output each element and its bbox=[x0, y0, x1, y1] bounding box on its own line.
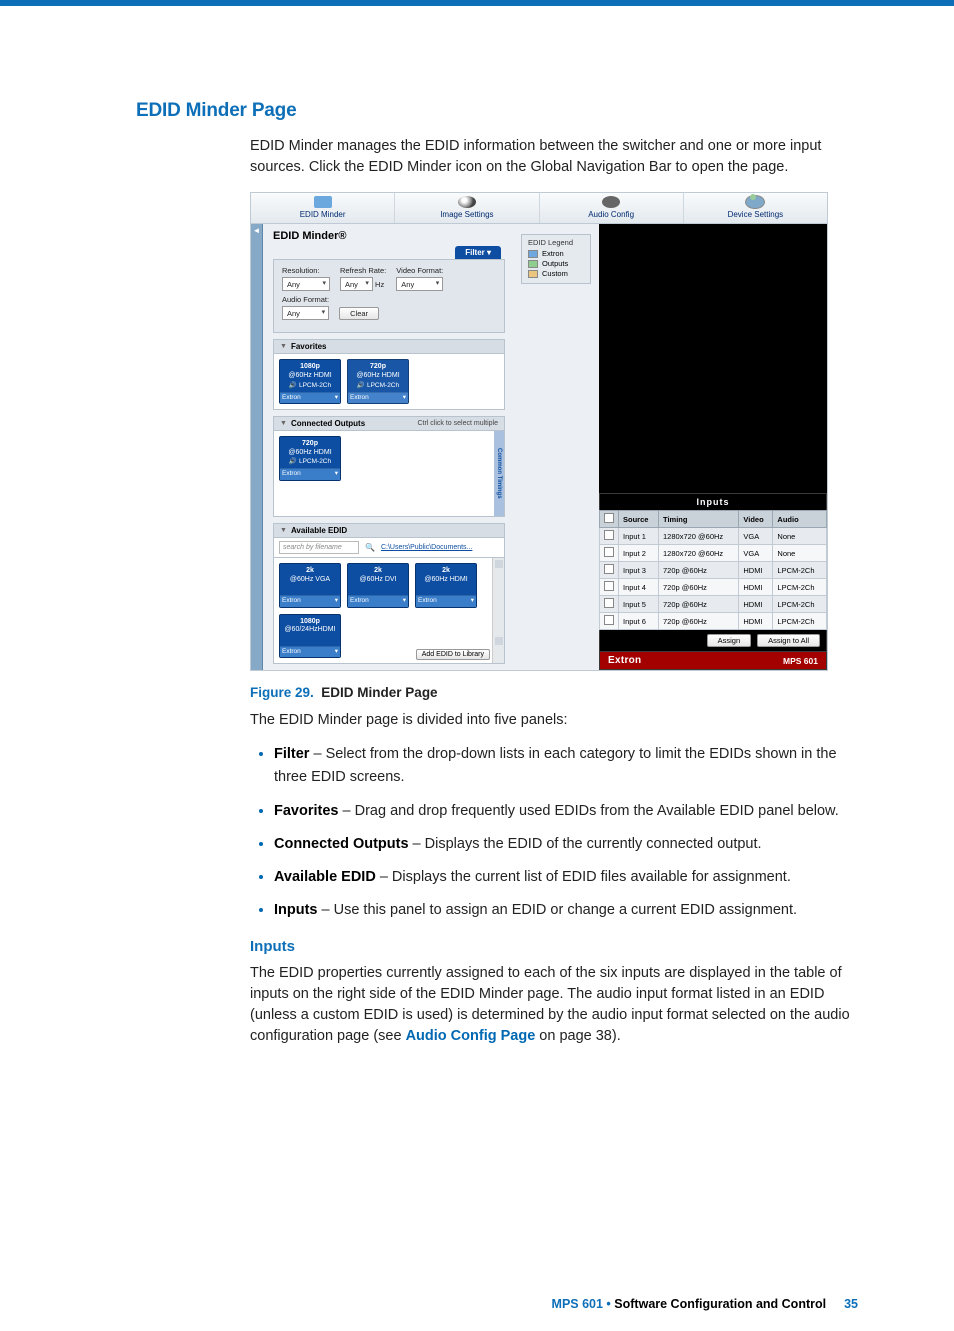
assign-all-button[interactable]: Assign to All bbox=[757, 634, 820, 647]
edid-card[interactable]: 720p@60Hz HDMI🔊 LPCM-2ChExtron▾ bbox=[279, 436, 341, 481]
resolution-label: Resolution: bbox=[282, 266, 330, 275]
brand-bar: Extron MPS 601 bbox=[599, 652, 827, 670]
dropdown-icon[interactable]: ▾ bbox=[335, 394, 338, 402]
row-checkbox[interactable] bbox=[604, 564, 614, 574]
row-checkbox[interactable] bbox=[604, 547, 614, 557]
edid-card[interactable]: 720p@60Hz HDMI🔊 LPCM-2ChExtron▾ bbox=[347, 359, 409, 404]
edid-card[interactable]: 2k@60Hz VGA Extron▾ bbox=[279, 563, 341, 608]
dropdown-icon[interactable]: ▾ bbox=[403, 394, 406, 402]
table-row: Input 21280x720 @60HzVGANone bbox=[600, 545, 827, 562]
refresh-select[interactable]: Any bbox=[340, 277, 373, 291]
app-screenshot: EDID Minder Image Settings Audio Config … bbox=[250, 192, 828, 671]
inputs-paragraph: The EDID properties currently assigned t… bbox=[250, 963, 858, 1047]
row-checkbox[interactable] bbox=[604, 581, 614, 591]
refresh-label: Refresh Rate: bbox=[340, 266, 386, 275]
tab-image-settings[interactable]: Image Settings bbox=[395, 193, 539, 223]
edid-card[interactable]: 1080p@60Hz HDMI🔊 LPCM-2ChExtron▾ bbox=[279, 359, 341, 404]
row-checkbox[interactable] bbox=[604, 598, 614, 608]
collapse-handle[interactable]: ◄ bbox=[251, 224, 263, 670]
table-row: Input 6720p @60HzHDMILPCM-2Ch bbox=[600, 613, 827, 630]
clear-button[interactable]: Clear bbox=[339, 307, 379, 320]
edid-card[interactable]: 2k@60Hz DVI Extron▾ bbox=[347, 563, 409, 608]
scrollbar[interactable] bbox=[492, 558, 504, 664]
panel-title: EDID Minder® bbox=[273, 230, 505, 242]
common-timings-tab[interactable]: Common Timings bbox=[494, 431, 504, 516]
tab-edid-minder[interactable]: EDID Minder bbox=[251, 193, 395, 223]
figure-caption: Figure 29. EDID Minder Page bbox=[250, 685, 858, 700]
page-footer: MPS 601 • Software Configuration and Con… bbox=[0, 1297, 954, 1331]
row-checkbox[interactable] bbox=[604, 530, 614, 540]
tab-device-settings[interactable]: Device Settings bbox=[684, 193, 827, 223]
add-edid-button[interactable]: Add EDID to Library bbox=[416, 649, 490, 660]
speaker-icon bbox=[602, 196, 620, 208]
available-body: 2k@60Hz VGA Extron▾ 2k@60Hz DVI Extron▾ … bbox=[273, 558, 505, 665]
audio-config-link[interactable]: Audio Config Page bbox=[406, 1028, 536, 1044]
videofmt-label: Video Format: bbox=[396, 266, 443, 275]
favorites-header[interactable]: Favorites bbox=[273, 339, 505, 354]
divided-text: The EDID Minder page is divided into fiv… bbox=[250, 710, 858, 731]
gear-icon bbox=[746, 196, 764, 208]
monitor-icon bbox=[314, 196, 332, 208]
edid-legend: EDID Legend Extron Outputs Custom bbox=[521, 234, 591, 284]
connected-body: 720p@60Hz HDMI🔊 LPCM-2ChExtron▾ Common T… bbox=[273, 431, 505, 517]
page-heading: EDID Minder Page bbox=[136, 100, 858, 122]
table-row: Input 11280x720 @60HzVGANone bbox=[600, 528, 827, 545]
intro-text: EDID Minder manages the EDID information… bbox=[250, 136, 858, 178]
audiofmt-select[interactable]: Any bbox=[282, 306, 329, 320]
table-row: Input 3720p @60HzHDMILPCM-2Ch bbox=[600, 562, 827, 579]
inputs-table: Source Timing Video Audio Input 11280x72… bbox=[599, 510, 827, 630]
filter-panel: Resolution: Any Refresh Rate: Any Hz Vid… bbox=[273, 259, 505, 333]
path-link[interactable]: C:\Users\Public\Documents... bbox=[381, 544, 472, 551]
inputs-subheading: Inputs bbox=[250, 938, 858, 955]
search-input[interactable]: search by filename bbox=[279, 541, 359, 554]
assign-button[interactable]: Assign bbox=[707, 634, 752, 647]
lens-icon bbox=[458, 196, 476, 208]
resolution-select[interactable]: Any bbox=[282, 277, 330, 291]
favorites-body: 1080p@60Hz HDMI🔊 LPCM-2ChExtron▾ 720p@60… bbox=[273, 354, 505, 410]
inputs-panel-title: Inputs bbox=[599, 493, 827, 510]
filter-tab[interactable]: Filter ▾ bbox=[455, 246, 501, 259]
row-checkbox[interactable] bbox=[604, 615, 614, 625]
panel-bullets: Filter – Select from the drop-down lists… bbox=[250, 741, 858, 922]
select-all-checkbox[interactable] bbox=[604, 513, 614, 523]
available-header[interactable]: Available EDID bbox=[273, 523, 505, 538]
tab-audio-config[interactable]: Audio Config bbox=[540, 193, 684, 223]
edid-card[interactable]: 2k@60Hz HDMI Extron▾ bbox=[415, 563, 477, 608]
table-row: Input 5720p @60HzHDMILPCM-2Ch bbox=[600, 596, 827, 613]
audiofmt-label: Audio Format: bbox=[282, 295, 329, 304]
connected-header[interactable]: Connected OutputsCtrl click to select mu… bbox=[273, 416, 505, 431]
table-row: Input 4720p @60HzHDMILPCM-2Ch bbox=[600, 579, 827, 596]
search-icon[interactable]: 🔍 bbox=[365, 543, 375, 552]
edid-card[interactable]: 1080p@60/24HzHDMI Extron▾ bbox=[279, 614, 341, 659]
videofmt-select[interactable]: Any bbox=[396, 277, 443, 291]
